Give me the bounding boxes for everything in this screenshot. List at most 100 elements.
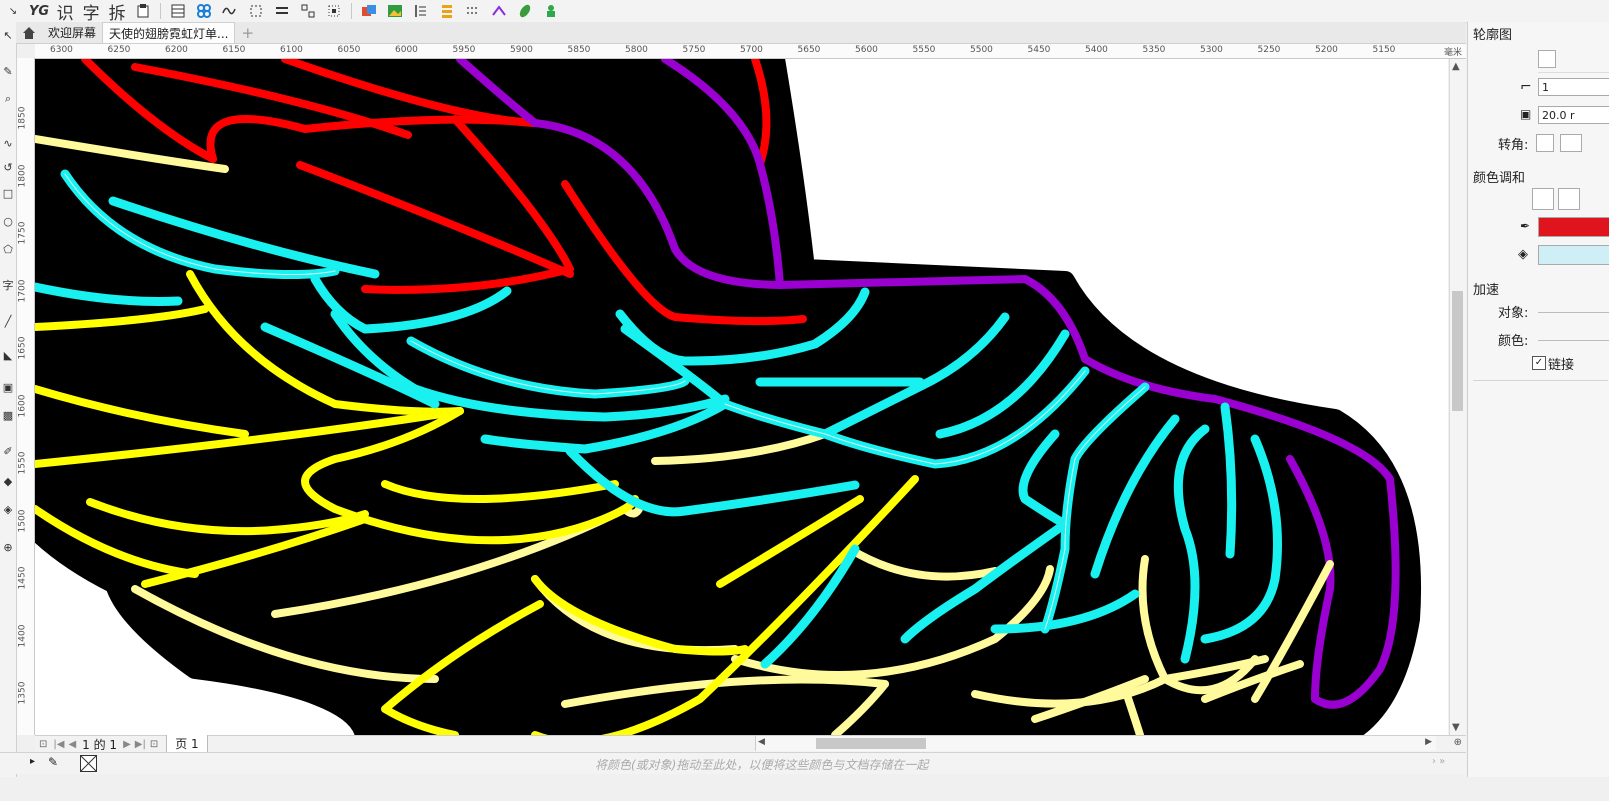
scroll-left-icon[interactable]: ◀ — [758, 737, 765, 747]
ruler-tick-label: 5200 — [1315, 45, 1338, 55]
text-layout-icon[interactable] — [411, 1, 431, 21]
contour-center-icon[interactable] — [1538, 50, 1556, 68]
corner-round-button[interactable] — [1560, 134, 1582, 152]
ruler-tick-label: 5500 — [970, 45, 993, 55]
color-accel-slider[interactable] — [1538, 340, 1609, 341]
stack-icon[interactable] — [437, 1, 457, 21]
pen-icon: ✒ — [1520, 219, 1531, 233]
object-accel-slider[interactable] — [1538, 312, 1609, 313]
ruler-tick-label: 1600 — [17, 394, 28, 417]
ruler-tick-label: 1750 — [17, 221, 28, 245]
scroll-right-icon[interactable]: ▶ — [1425, 737, 1432, 747]
wave-icon[interactable] — [220, 1, 240, 21]
horizontal-scroll-thumb[interactable] — [816, 738, 926, 749]
yg-button[interactable]: YG — [29, 1, 49, 21]
palette-arrow-icon[interactable]: ▸ — [30, 756, 35, 767]
contour-docker: 轮廓图 ⌐ 1 ▣ 20.0 r 转角: 颜色调和 ✒ ◈ 加速 对象: 颜色:… — [1467, 22, 1609, 777]
ruler-tick-label: 5900 — [510, 45, 533, 55]
vertical-scrollbar[interactable]: ▲ ▼ — [1449, 59, 1466, 735]
clockwise-blend-button[interactable] — [1558, 188, 1580, 210]
arrow-tool-corner-icon[interactable]: ↘ — [3, 1, 23, 21]
drawing-canvas[interactable] — [35, 59, 1448, 735]
horizontal-ruler[interactable]: 6300 6250 6200 6150 6100 6050 6000 5950 5900 5850… — [35, 44, 1466, 59]
prev-page-icon[interactable]: ◀ — [68, 739, 76, 750]
ruler-tick-label: 1500 — [17, 509, 28, 532]
offset-input[interactable]: 20.0 r — [1538, 106, 1609, 124]
split-button[interactable]: 拆 — [107, 1, 127, 24]
link-label: 链接 — [1548, 358, 1575, 373]
palette-scroll-icon[interactable]: › » — [1432, 756, 1445, 767]
horizontal-scrollbar[interactable]: ◀ ▶ — [755, 736, 1436, 751]
ruler-tick-label: 1450 — [17, 566, 28, 590]
image-icon[interactable] — [385, 1, 405, 21]
dots-icon[interactable] — [463, 1, 483, 21]
add-page-after-icon[interactable]: ⊡ — [150, 739, 158, 750]
recognize-char-button[interactable]: 识 — [55, 1, 75, 24]
scroll-up-icon[interactable]: ▲ — [1452, 61, 1460, 72]
fill-color-swatch[interactable] — [1538, 245, 1609, 265]
scan-select-icon[interactable] — [324, 1, 344, 21]
leaf-icon[interactable] — [515, 1, 535, 21]
neon-wing-artwork[interactable] — [35, 59, 1448, 735]
eyedropper-tool-icon[interactable]: ✐ — [0, 442, 16, 460]
vertical-ruler[interactable]: 1850 1800 1750 1700 1650 1600 1550 1500 1450 1400… — [17, 58, 35, 735]
tab-welcome[interactable]: 欢迎屏幕 — [42, 23, 102, 43]
eyedropper-icon[interactable]: ✎ — [48, 755, 58, 769]
line-tool-icon[interactable]: ╱ — [0, 312, 16, 330]
offset-icon: ▣ — [1520, 107, 1532, 121]
ruler-tick-label: 5700 — [740, 45, 763, 55]
node-tool-icon[interactable]: ✎ — [0, 62, 16, 80]
ruler-tick-label: 6000 — [395, 45, 418, 55]
steps-input[interactable]: 1 — [1538, 78, 1609, 96]
color-frame-icon[interactable] — [359, 1, 379, 21]
zoom-icon[interactable]: ⊕ — [1454, 737, 1462, 748]
ruler-tick-label: 5750 — [682, 45, 706, 55]
outline-color-swatch[interactable] — [1538, 217, 1609, 237]
home-icon[interactable] — [16, 23, 42, 43]
arrows-icon[interactable] — [489, 1, 509, 21]
zoom-tool-icon[interactable]: ⌕ — [0, 90, 16, 108]
smart-fill-icon[interactable]: ◈ — [0, 500, 16, 518]
polygon-tool-icon[interactable]: ⬠ — [0, 240, 16, 258]
text-tool-icon[interactable]: 字 — [0, 276, 16, 294]
table-icon[interactable] — [168, 1, 188, 21]
freehand-tool-icon[interactable]: ∿ — [0, 134, 16, 152]
tab-document[interactable]: 天使的翅膀霓虹灯单... — [102, 22, 236, 43]
rectangle-tool-icon[interactable]: □ — [0, 184, 16, 202]
no-color-swatch[interactable] — [80, 755, 97, 772]
align-icon[interactable] — [272, 1, 292, 21]
add-page-before-icon[interactable]: ⊡ — [39, 739, 47, 750]
interactive-fill-icon[interactable]: ◆ — [0, 472, 16, 490]
vertical-scroll-thumb[interactable] — [1452, 291, 1463, 411]
pick-tool-icon[interactable]: ↖ — [0, 26, 16, 44]
object-accel-label: 对象: — [1498, 306, 1529, 321]
ruler-tick-label: 1400 — [17, 624, 28, 647]
last-page-icon[interactable]: ▶| — [135, 739, 146, 750]
add-tool-icon[interactable]: ⊕ — [0, 538, 16, 556]
first-page-icon[interactable]: |◀ — [53, 739, 64, 750]
ruler-tick-label: 1850 — [17, 106, 28, 130]
plugin-icon[interactable] — [541, 1, 561, 21]
transparency-tool-icon[interactable]: ▩ — [0, 406, 16, 424]
corner-miter-button[interactable] — [1536, 134, 1554, 152]
link-checkbox[interactable]: ✓ — [1532, 356, 1546, 370]
shadow-tool-icon[interactable]: ▣ — [0, 378, 16, 396]
ellipse-tool-icon[interactable]: ○ — [0, 212, 16, 230]
spiral-tool-icon[interactable]: ↺ — [0, 158, 16, 176]
next-page-icon[interactable]: ▶ — [123, 739, 131, 750]
corner-label: 转角: — [1498, 138, 1529, 153]
linear-blend-button[interactable] — [1532, 188, 1554, 210]
fill-tool-icon[interactable]: ◣ — [0, 346, 16, 364]
page-tab-1[interactable]: 页 1 — [166, 735, 208, 753]
dashed-select-icon[interactable] — [246, 1, 266, 21]
page-navigator-bar: ⊡ |◀ ◀ 1 的 1 ▶ ▶| ⊡ 页 1 ◀ ▶ ⊕ — [35, 735, 1466, 753]
grid-select-icon[interactable] — [298, 1, 318, 21]
ruler-tick-label: 5950 — [452, 45, 476, 55]
page-count: 1 的 1 — [82, 737, 118, 752]
add-tab-button[interactable]: + — [235, 23, 260, 43]
ruler-tick-label: 1700 — [17, 279, 28, 302]
scroll-down-icon[interactable]: ▼ — [1452, 722, 1460, 733]
pattern-icon[interactable] — [194, 1, 214, 21]
char-button[interactable]: 字 — [81, 1, 101, 24]
doc-icon[interactable] — [133, 1, 153, 21]
